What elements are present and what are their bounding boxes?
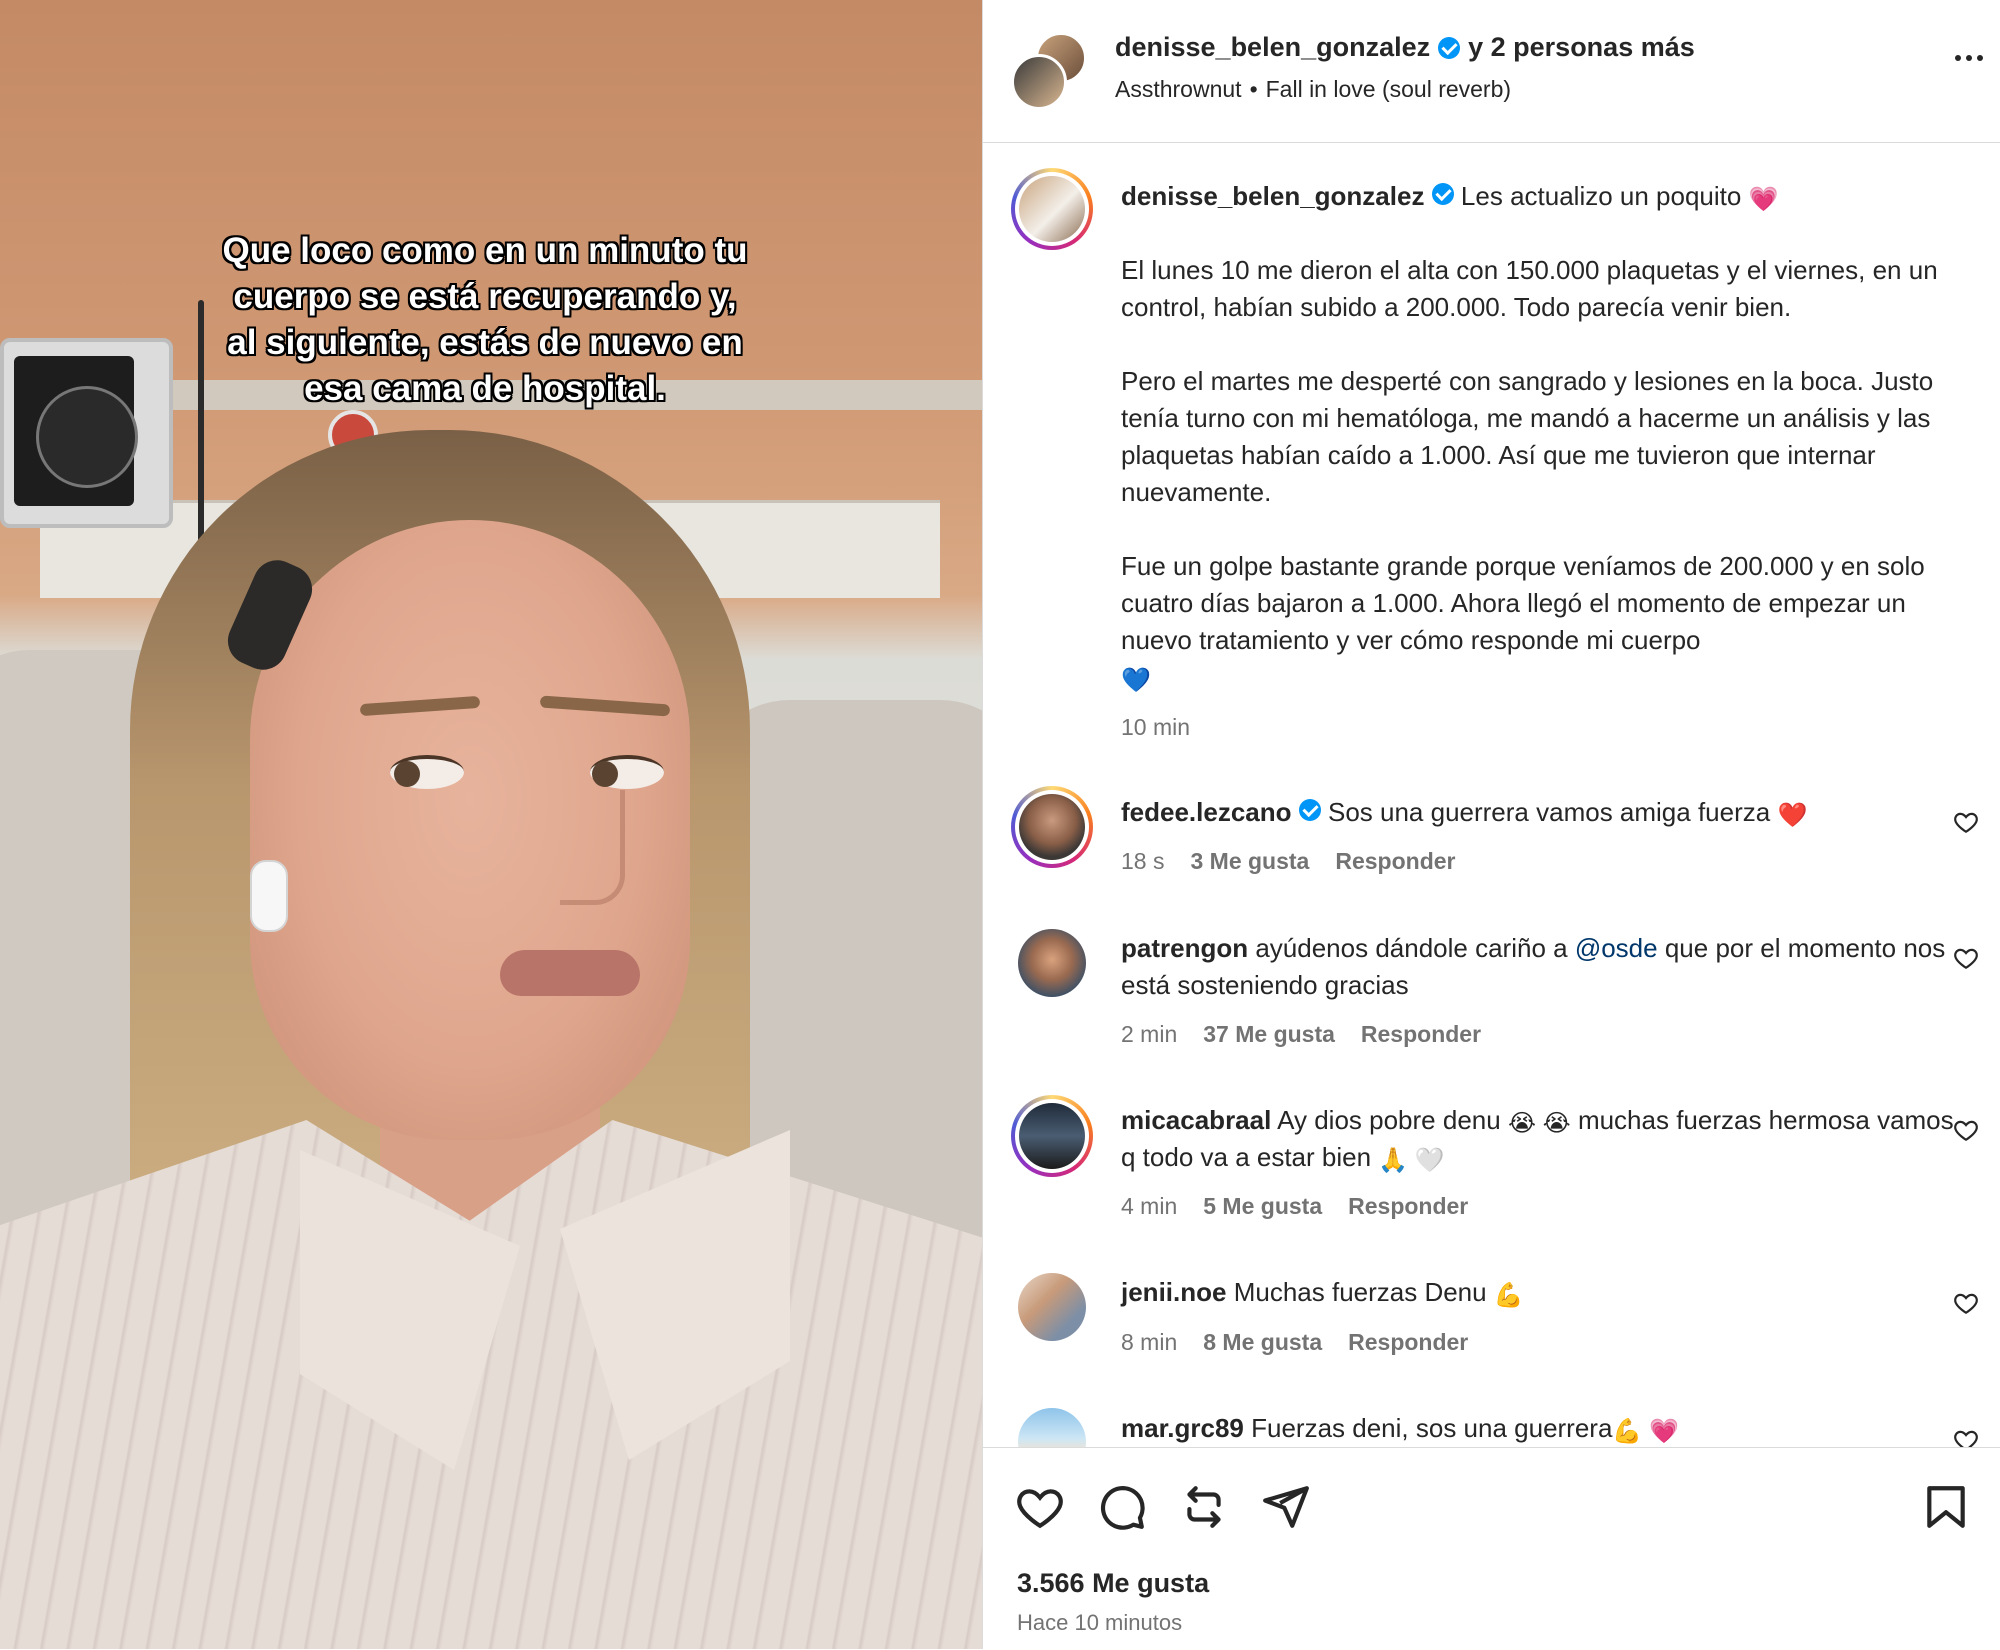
comment-text: patrengon ayúdenos dándole cariño a @osd… [1121,933,1946,1000]
header-username[interactable]: denisse_belen_gonzalez [1115,32,1430,63]
earbud [250,860,288,932]
audio-info: Assthrownut • Fall in love (soul reverb) [1115,76,1511,103]
caption-meta: 10 min [1121,714,1190,741]
audio-track[interactable]: Fall in love (soul reverb) [1266,76,1511,102]
bookmark-icon[interactable] [1921,1482,1971,1532]
caption-first-text: Les actualizo un poquito [1460,181,1742,211]
comment-username[interactable]: mar.grc89 [1121,1413,1244,1443]
nose [560,790,625,905]
avatar [1011,54,1067,110]
muscle-heart-emoji: 💪 💗 [1612,1418,1679,1445]
header-title: denisse_belen_gonzalez y 2 personas más [1115,32,1695,63]
reply-button[interactable]: Responder [1348,1329,1468,1356]
reply-button[interactable]: Responder [1361,1021,1481,1048]
post-actions: 3.566 Me gusta Hace 10 minutos [983,1447,2000,1650]
comment-avatar[interactable] [1018,1273,1086,1341]
comment-likes[interactable]: 5 Me gusta [1203,1193,1322,1220]
post-side-panel: denisse_belen_gonzalez y 2 personas más … [982,0,2000,1649]
verified-badge-icon [1298,799,1321,821]
comment-time: 8 min [1121,1329,1178,1355]
comment-text: micacabraal Ay dios pobre denu 😭 😭 mucha… [1121,1105,1954,1174]
caption-time: 10 min [1121,714,1191,740]
lips [500,950,640,996]
comment-likes[interactable]: 37 Me gusta [1203,1021,1335,1048]
video-caption-overlay: Que loco como en un minuto tu cuerpo se … [222,231,748,408]
pray-heart-emoji: 🙏 🤍 [1378,1147,1445,1174]
medical-monitor [0,338,173,528]
muscle-emoji: 💪 [1493,1282,1524,1309]
separator-dot: • [1249,76,1258,102]
reply-button[interactable]: Responder [1348,1193,1468,1220]
caption-paragraph: El lunes 10 me dieron el alta con 150.00… [1121,255,1938,322]
comment-avatar[interactable] [1011,786,1093,868]
comment-meta: 2 min 37 Me gusta Responder [1121,1021,1481,1048]
caption-first-line: denisse_belen_gonzalez Les actualizo un … [1121,178,1778,215]
caption-body: El lunes 10 me dieron el alta con 150.00… [1121,252,1961,696]
verified-badge-icon [1431,183,1454,205]
comment-avatar[interactable] [1011,1095,1093,1177]
collab-avatars[interactable] [1011,32,1091,110]
repost-icon[interactable] [1179,1482,1229,1532]
comment-time: 2 min [1121,1021,1178,1047]
comment-likes[interactable]: 8 Me gusta [1203,1329,1322,1356]
mention-link[interactable]: @osde [1575,933,1658,963]
comments-list[interactable]: denisse_belen_gonzalez Les actualizo un … [983,142,2000,1447]
comment-time: 18 s [1121,848,1165,874]
share-icon[interactable] [1261,1482,1311,1532]
comment-time: 4 min [1121,1193,1178,1219]
comment-avatar[interactable] [1018,929,1086,997]
comment-likes[interactable]: 3 Me gusta [1190,848,1309,875]
reply-button[interactable]: Responder [1335,848,1455,875]
comment-like-heart-icon[interactable] [1953,945,1979,971]
comment-username[interactable]: micacabraal [1121,1105,1271,1135]
caption-avatar[interactable] [1011,168,1093,250]
comment-meta: 4 min 5 Me gusta Responder [1121,1193,1468,1220]
red-heart-emoji: ❤️ [1777,802,1808,829]
comment-meta: 8 min 8 Me gusta Responder [1121,1329,1468,1356]
comment-meta: 18 s 3 Me gusta Responder [1121,848,1456,875]
comment-text: mar.grc89 Fuerzas deni, sos una guerrera… [1121,1413,1679,1445]
caption-paragraph: Fue un golpe bastante grande porque vení… [1121,551,1925,694]
post-header: denisse_belen_gonzalez y 2 personas más … [983,0,2000,143]
comment-like-heart-icon[interactable] [1953,809,1979,835]
post-media[interactable]: Que loco como en un minuto tu cuerpo se … [0,0,982,1649]
caption-paragraph: Pero el martes me desperté con sangrado … [1121,366,1934,507]
more-options-icon[interactable] [1951,46,1987,70]
comment-like-heart-icon[interactable] [1953,1290,1979,1316]
comment-text: jenii.noe Muchas fuerzas Denu 💪 [1121,1277,1524,1309]
blue-heart-emoji: 💙 [1121,667,1151,694]
comment-username[interactable]: jenii.noe [1121,1277,1226,1307]
verified-badge-icon [1438,36,1461,59]
comment-like-heart-icon[interactable] [1953,1427,1979,1447]
audio-artist[interactable]: Assthrownut [1115,76,1242,102]
crying-emoji: 😭 😭 [1507,1110,1571,1137]
collab-link[interactable]: y 2 personas más [1468,32,1695,63]
comment-icon[interactable] [1097,1482,1147,1532]
comment-avatar[interactable] [1018,1408,1086,1447]
comment-text: fedee.lezcano Sos una guerrera vamos ami… [1121,797,1808,829]
comment-like-heart-icon[interactable] [1953,1117,1979,1143]
comment-username[interactable]: patrengon [1121,933,1248,963]
heart-icon[interactable] [1015,1482,1065,1532]
likes-count[interactable]: 3.566 Me gusta [1017,1568,1209,1599]
post-time: Hace 10 minutos [1017,1610,1183,1635]
comment-username[interactable]: fedee.lezcano [1121,797,1292,827]
caption-username[interactable]: denisse_belen_gonzalez [1121,181,1424,211]
heart-emoji: 💗 [1748,186,1779,213]
